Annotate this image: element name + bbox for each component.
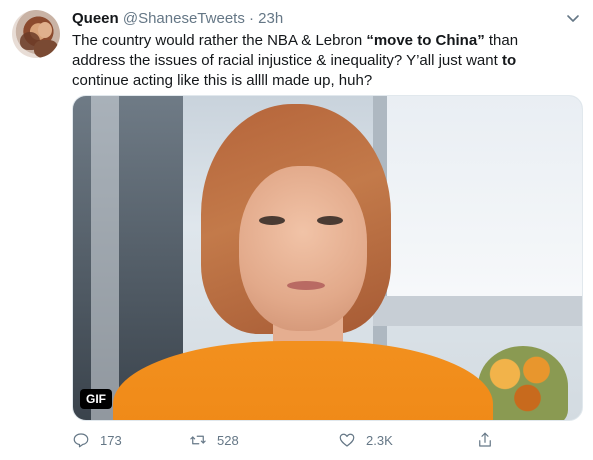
avatar[interactable] xyxy=(12,10,60,58)
tweet-text-bold: to xyxy=(501,52,517,69)
avatar-shape xyxy=(34,40,58,58)
window-frame xyxy=(91,96,119,420)
gif-badge: GIF xyxy=(80,389,112,409)
tweet-text-part: The country would rather the NBA & Lebro… xyxy=(72,32,367,49)
tweet-text-quote: “ xyxy=(366,32,374,49)
share-button[interactable] xyxy=(476,430,504,450)
heart-icon xyxy=(339,433,355,447)
tweet-text-quote: ” xyxy=(477,32,485,49)
tweet-time[interactable]: 23h xyxy=(258,10,283,27)
reply-icon xyxy=(73,433,89,448)
author-handle[interactable]: @ShaneseTweets xyxy=(123,10,245,27)
person-face xyxy=(239,166,367,331)
tweet-actions: 173 528 2.3K xyxy=(72,430,492,450)
reply-count: 173 xyxy=(100,432,122,448)
like-button[interactable]: 2.3K xyxy=(338,430,393,450)
window-sill xyxy=(373,296,582,326)
like-count: 2.3K xyxy=(366,432,393,448)
person-mouth xyxy=(287,281,325,290)
retweet-count: 528 xyxy=(217,432,239,448)
tweet-text-part: continue acting like this is allll made … xyxy=(72,72,373,89)
gif-media[interactable] xyxy=(72,95,583,421)
person-eye xyxy=(259,216,285,225)
reply-button[interactable]: 173 xyxy=(72,430,122,450)
author-name[interactable]: Queen xyxy=(72,10,119,27)
tweet-header: Queen @ShaneseTweets · 23h xyxy=(72,9,581,29)
chevron-down-icon[interactable] xyxy=(565,10,581,26)
separator-dot: · xyxy=(249,10,254,27)
retweet-button[interactable]: 528 xyxy=(189,430,239,450)
retweet-icon xyxy=(190,435,206,445)
background-window xyxy=(378,96,582,296)
share-icon xyxy=(479,432,491,447)
tweet-text-bold: move to China xyxy=(373,32,478,49)
person-eye xyxy=(317,216,343,225)
tweet-text: The country would rather the NBA & Lebro… xyxy=(72,31,572,91)
avatar-shape xyxy=(38,22,52,38)
